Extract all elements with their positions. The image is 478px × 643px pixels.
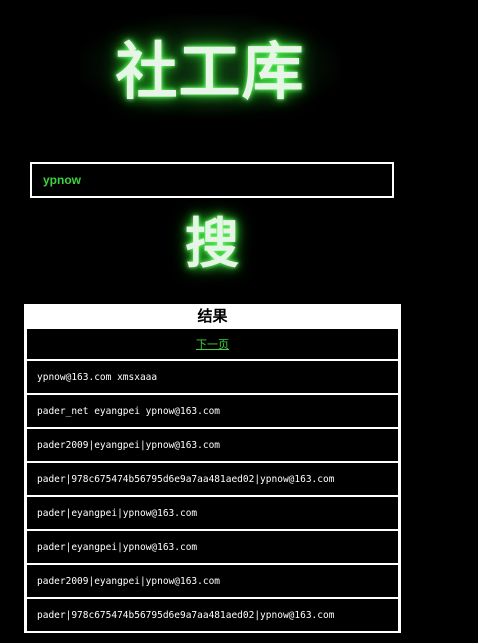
result-row: pader_net eyangpei ypnow@163.com xyxy=(25,395,400,429)
results-table: 结果 下一页 ypnow@163.com xmsxaaa pader_net e… xyxy=(24,304,401,633)
result-row: pader2009|eyangpei|ypnow@163.com xyxy=(25,565,400,599)
result-row: ypnow@163.com xmsxaaa xyxy=(25,361,400,395)
site-logo: 社工库 xyxy=(115,35,305,108)
result-row: pader|978c675474b56795d6e9a7aa481aed02|y… xyxy=(25,599,400,633)
result-row: pader|eyangpei|ypnow@163.com xyxy=(25,531,400,565)
search-box[interactable] xyxy=(30,162,394,198)
next-page-link[interactable]: 下一页 xyxy=(196,336,229,352)
search-input[interactable] xyxy=(32,164,392,196)
logo-area: 社工库 xyxy=(80,14,340,118)
results-title: 结果 xyxy=(25,304,400,327)
result-row: pader|eyangpei|ypnow@163.com xyxy=(25,497,400,531)
result-row: pader2009|eyangpei|ypnow@163.com xyxy=(25,429,400,463)
result-row: pader|978c675474b56795d6e9a7aa481aed02|y… xyxy=(25,463,400,497)
search-button[interactable]: 搜 xyxy=(170,200,254,276)
pagination-row: 下一页 xyxy=(25,327,400,361)
